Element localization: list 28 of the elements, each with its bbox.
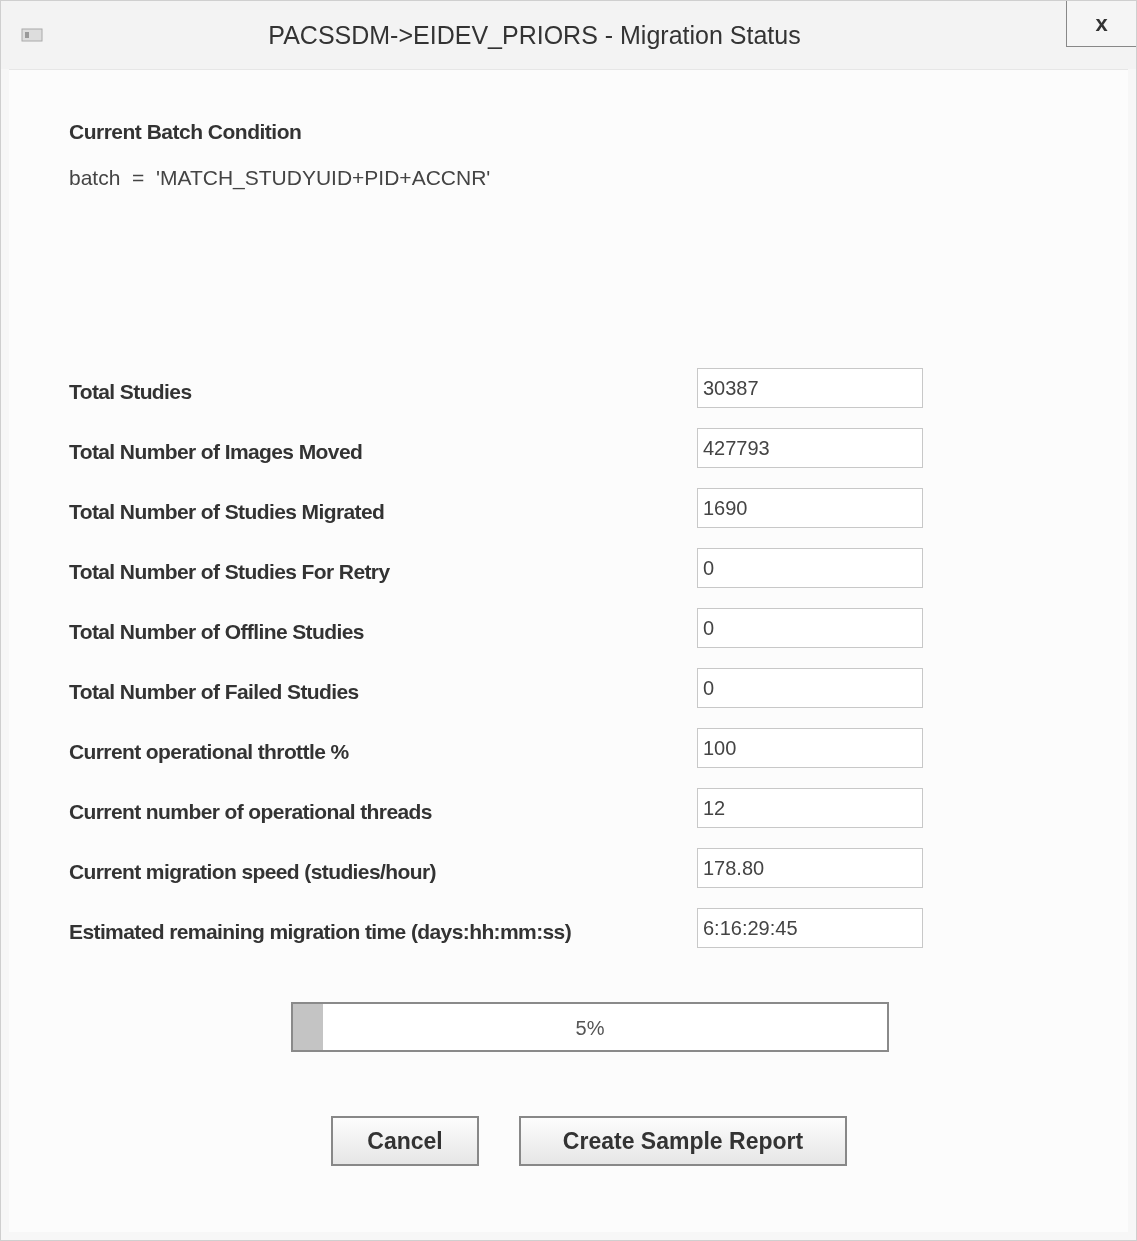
window-icon — [21, 27, 43, 43]
progress-text: 5% — [574, 1017, 606, 1040]
value-field[interactable]: 100 — [697, 728, 923, 768]
value-field[interactable]: 30387 — [697, 368, 923, 408]
field-label: Current migration speed (studies/hour) — [69, 859, 437, 884]
window-title: PACSSDM->EIDEV_PRIORS - Migration Status — [267, 20, 802, 50]
value-field[interactable]: 0 — [697, 668, 923, 708]
report-button[interactable]: Create Sample Report — [519, 1116, 847, 1166]
cancel-button[interactable]: Cancel — [331, 1116, 479, 1166]
section-heading: Current Batch Condition — [69, 120, 303, 144]
field-label: Total Number of Studies For Retry — [69, 559, 391, 584]
field-label: Current number of operational threads — [69, 799, 433, 824]
value-field[interactable]: 0 — [697, 548, 923, 588]
field-label: Total Number of Studies Migrated — [69, 499, 386, 524]
field-label: Total Studies — [69, 379, 193, 404]
value-field[interactable]: 12 — [697, 788, 923, 828]
value-field[interactable]: 6:16:29:45 — [697, 908, 923, 948]
value-field[interactable]: 1690 — [697, 488, 923, 528]
batch-condition: batch = 'MATCH_STUDYUID+PID+ACCNR' — [69, 166, 492, 190]
field-label: Estimated remaining migration time (days:hh:mm:ss) — [69, 919, 573, 944]
field-label: Total Number of Images Moved — [69, 439, 364, 464]
close-button[interactable]: x — [1066, 1, 1136, 47]
value-field[interactable]: 427793 — [697, 428, 923, 468]
value-field[interactable]: 178.80 — [697, 848, 923, 888]
field-label: Total Number of Failed Studies — [69, 679, 360, 704]
field-label: Current operational throttle % — [69, 739, 350, 764]
value-field[interactable]: 0 — [697, 608, 923, 648]
field-label: Total Number of Offline Studies — [69, 619, 365, 644]
